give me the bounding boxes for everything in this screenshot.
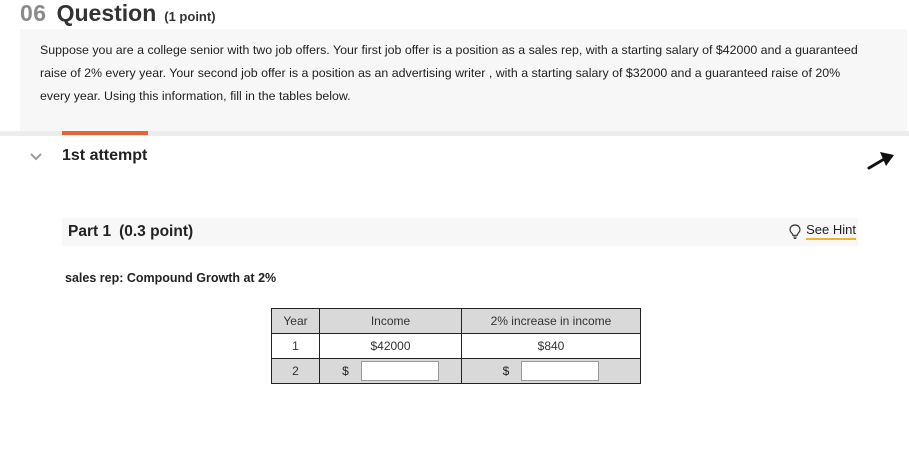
part-header: Part 1 (0.3 point) See Hint xyxy=(62,218,858,246)
active-attempt-indicator xyxy=(62,131,148,135)
dollar-sign: $ xyxy=(502,364,510,378)
attempt-label[interactable]: 1st attempt xyxy=(62,147,147,165)
see-hint-label[interactable]: See Hint xyxy=(806,222,856,240)
table-subtitle: sales rep: Compound Growth at 2% xyxy=(65,271,277,285)
table-row: 1 $42000 $840 xyxy=(271,333,641,359)
part-title: Part 1 xyxy=(68,223,112,240)
increase-input[interactable] xyxy=(521,361,600,381)
compound-growth-table: Year Income 2% increase in income 1 $420… xyxy=(271,308,641,384)
chevron-down-icon[interactable] xyxy=(30,150,42,164)
header-increase: 2% increase in income xyxy=(461,308,641,334)
question-panel: Suppose you are a college senior with tw… xyxy=(20,29,907,131)
lightbulb-icon xyxy=(789,223,801,239)
bookmark-flag-icon[interactable] xyxy=(866,146,896,172)
header-income: Income xyxy=(319,308,462,334)
question-title: Question xyxy=(56,0,157,26)
part-points: (0.3 point) xyxy=(119,223,194,240)
header-year: Year xyxy=(271,308,320,334)
year-cell: 2 xyxy=(271,358,320,384)
question-number: 06 xyxy=(20,0,47,26)
income-cell: $ xyxy=(319,358,462,384)
question-points: (1 point) xyxy=(164,9,216,24)
question-text: Suppose you are a college senior with tw… xyxy=(40,43,858,103)
question-header: 06 Question (1 point) xyxy=(20,0,216,30)
dollar-sign: $ xyxy=(342,364,349,378)
increase-cell: $ xyxy=(461,358,641,384)
increase-cell: $840 xyxy=(461,333,641,359)
income-cell: $42000 xyxy=(319,333,462,359)
see-hint-button[interactable]: See Hint xyxy=(789,222,856,240)
income-input[interactable] xyxy=(360,361,439,381)
table-row: 2 $ $ xyxy=(271,358,641,384)
table-header-row: Year Income 2% increase in income xyxy=(271,308,641,334)
year-cell: 1 xyxy=(271,333,320,359)
